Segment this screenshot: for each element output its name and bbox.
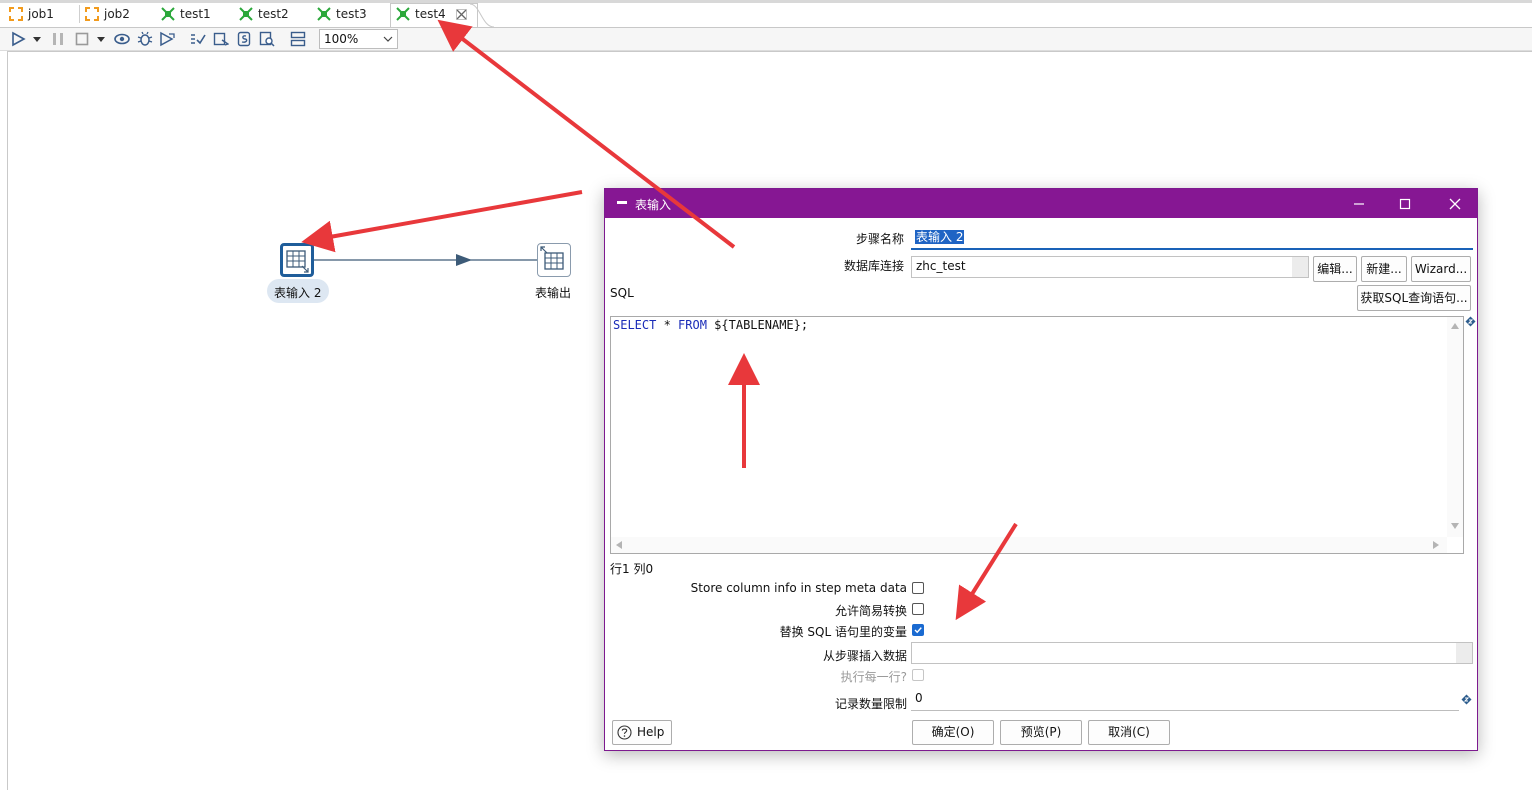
annotation-arrow-to-step [301, 190, 583, 253]
annotation-overlay [301, 19, 1018, 621]
annotation-arrow-to-tab [437, 19, 736, 249]
annotation-arrow-to-checkbox [955, 522, 1018, 621]
